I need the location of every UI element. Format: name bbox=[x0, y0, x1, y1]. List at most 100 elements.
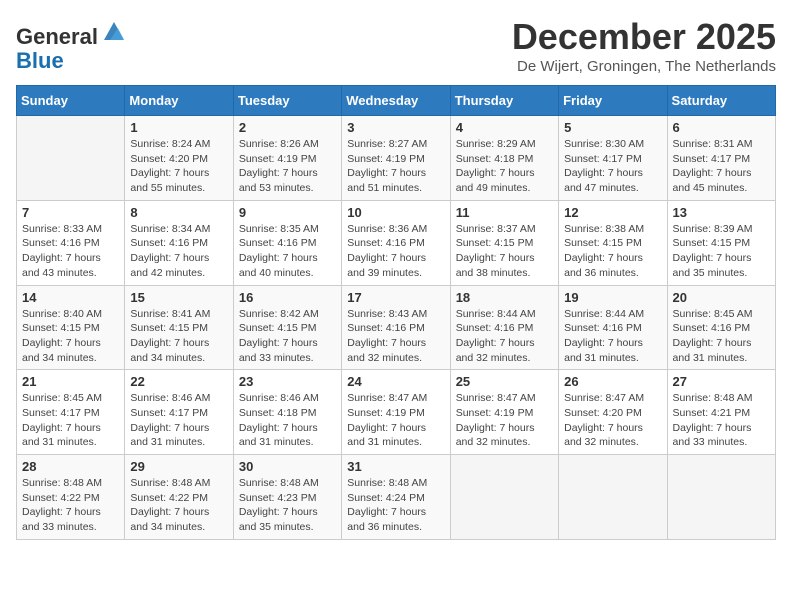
day-number: 5 bbox=[564, 120, 661, 135]
sunset-text: Sunset: 4:17 PM bbox=[130, 407, 208, 419]
daylight-text: Daylight: 7 hours and 32 minutes. bbox=[456, 422, 535, 449]
sunrise-text: Sunrise: 8:33 AM bbox=[22, 223, 102, 235]
day-detail: Sunrise: 8:48 AMSunset: 4:22 PMDaylight:… bbox=[22, 476, 119, 535]
sunrise-text: Sunrise: 8:34 AM bbox=[130, 223, 210, 235]
calendar-week-4: 21 Sunrise: 8:45 AMSunset: 4:17 PMDayligh… bbox=[17, 370, 776, 455]
sunset-text: Sunset: 4:16 PM bbox=[673, 322, 751, 334]
calendar-cell: 28Sunrise: 8:48 AMSunset: 4:22 PMDayligh… bbox=[17, 455, 125, 540]
daylight-text: Daylight: 7 hours and 33 minutes. bbox=[239, 337, 318, 364]
day-number: 11 bbox=[456, 205, 553, 220]
header-tuesday: Tuesday bbox=[233, 86, 341, 116]
day-number: 20 bbox=[673, 290, 770, 305]
sunset-text: Sunset: 4:15 PM bbox=[239, 322, 317, 334]
page-header: General Blue December 2025 De Wijert, Gr… bbox=[16, 16, 776, 75]
sunrise-text: Sunrise: 8:45 AM bbox=[673, 308, 753, 320]
calendar-cell: 19Sunrise: 8:44 AMSunset: 4:16 PMDayligh… bbox=[559, 285, 667, 370]
sunset-text: Sunset: 4:17 PM bbox=[22, 407, 100, 419]
day-number: 21 bbox=[22, 374, 119, 389]
calendar-cell: 8Sunrise: 8:34 AMSunset: 4:16 PMDaylight… bbox=[125, 200, 233, 285]
sunrise-text: Sunrise: 8:35 AM bbox=[239, 223, 319, 235]
day-number: 27 bbox=[673, 374, 770, 389]
day-number: 3 bbox=[347, 120, 444, 135]
sunrise-text: Sunrise: 8:46 AM bbox=[239, 392, 319, 404]
sunrise-text: Sunrise: 8:47 AM bbox=[564, 392, 644, 404]
day-number: 18 bbox=[456, 290, 553, 305]
sunset-text: Sunset: 4:24 PM bbox=[347, 492, 425, 504]
sunrise-text: Sunrise: 8:40 AM bbox=[22, 308, 102, 320]
day-number: 8 bbox=[130, 205, 227, 220]
day-detail: Sunrise: 8:37 AMSunset: 4:15 PMDaylight:… bbox=[456, 222, 553, 281]
daylight-text: Daylight: 7 hours and 32 minutes. bbox=[456, 337, 535, 364]
calendar-cell: 14Sunrise: 8:40 AMSunset: 4:15 PMDayligh… bbox=[17, 285, 125, 370]
logo-general: General bbox=[16, 24, 98, 49]
daylight-text: Daylight: 7 hours and 34 minutes. bbox=[130, 506, 209, 533]
sunrise-text: Sunrise: 8:44 AM bbox=[456, 308, 536, 320]
day-number: 31 bbox=[347, 459, 444, 474]
day-detail: Sunrise: 8:48 AMSunset: 4:21 PMDaylight:… bbox=[673, 391, 770, 450]
daylight-text: Daylight: 7 hours and 31 minutes. bbox=[22, 422, 101, 449]
day-detail: Sunrise: 8:38 AMSunset: 4:15 PMDaylight:… bbox=[564, 222, 661, 281]
sunrise-text: Sunrise: 8:43 AM bbox=[347, 308, 427, 320]
day-number: 22 bbox=[130, 374, 227, 389]
daylight-text: Daylight: 7 hours and 45 minutes. bbox=[673, 167, 752, 194]
daylight-text: Daylight: 7 hours and 33 minutes. bbox=[22, 506, 101, 533]
day-detail: Sunrise: 8:45 AMSunset: 4:17 PMDaylight:… bbox=[22, 391, 119, 450]
header-saturday: Saturday bbox=[667, 86, 775, 116]
calendar-table: SundayMondayTuesdayWednesdayThursdayFrid… bbox=[16, 85, 776, 540]
title-block: December 2025 De Wijert, Groningen, The … bbox=[512, 16, 776, 75]
day-detail: Sunrise: 8:46 AMSunset: 4:18 PMDaylight:… bbox=[239, 391, 336, 450]
calendar-week-5: 28Sunrise: 8:48 AMSunset: 4:22 PMDayligh… bbox=[17, 455, 776, 540]
day-number: 16 bbox=[239, 290, 336, 305]
header-wednesday: Wednesday bbox=[342, 86, 450, 116]
calendar-cell: 23Sunrise: 8:46 AMSunset: 4:18 PMDayligh… bbox=[233, 370, 341, 455]
sunrise-text: Sunrise: 8:26 AM bbox=[239, 138, 319, 150]
sunset-text: Sunset: 4:16 PM bbox=[22, 237, 100, 249]
day-detail: Sunrise: 8:31 AM Sunset: 4:17 PM Daylight:… bbox=[673, 137, 770, 196]
day-detail: Sunrise: 8:47 AMSunset: 4:19 PMDaylight:… bbox=[456, 391, 553, 450]
sunset-text: Sunset: 4:19 PM bbox=[456, 407, 534, 419]
day-detail: Sunrise: 8:47 AM Sunset: 4:19 PM Daylight:… bbox=[347, 391, 444, 450]
sunset-text: Sunset: 4:17 PM bbox=[673, 153, 751, 165]
day-number: 17 bbox=[347, 290, 444, 305]
calendar-cell: 24Sunrise: 8:47 AMSunset: 4:19 PMDayligh… bbox=[342, 370, 450, 455]
calendar-week-2: 7Sunrise: 8:33 AMSunset: 4:16 PMDaylight… bbox=[17, 200, 776, 285]
calendar-cell: 29Sunrise: 8:48 AMSunset: 4:22 PMDayligh… bbox=[125, 455, 233, 540]
day-detail: Sunrise: 8:44 AMSunset: 4:16 PMDaylight:… bbox=[564, 307, 661, 366]
calendar-cell: 27 Sunrise: 8:48 AMSunset: 4:21 PMDayligh… bbox=[667, 370, 775, 455]
daylight-text: Daylight: 7 hours and 31 minutes. bbox=[564, 337, 643, 364]
calendar-cell: 4Sunrise: 8:29 AMSunset: 4:18 PMDaylight… bbox=[450, 116, 558, 201]
sunset-text: Sunset: 4:21 PM bbox=[673, 407, 751, 419]
sunrise-text: Sunrise: 8:48 AM bbox=[347, 477, 427, 489]
month-title: December 2025 bbox=[512, 16, 776, 58]
day-detail: Sunrise: 8:26 AM Sunset: 4:19 PM Daylight:… bbox=[239, 137, 336, 196]
calendar-cell bbox=[17, 116, 125, 201]
sunset-text: Sunset: 4:19 PM bbox=[347, 407, 425, 419]
day-detail: Sunrise: 8:43 AM Sunset: 4:16 PM Daylight:… bbox=[347, 307, 444, 366]
sunrise-text: Sunrise: 8:47 AM bbox=[347, 392, 427, 404]
calendar-cell: 20Sunrise: 8:45 AMSunset: 4:16 PMDayligh… bbox=[667, 285, 775, 370]
daylight-text: Daylight: 7 hours and 53 minutes. bbox=[239, 167, 318, 194]
sunset-text: Sunset: 4:16 PM bbox=[347, 322, 425, 334]
daylight-text: Daylight: 7 hours and 31 minutes. bbox=[347, 422, 426, 449]
daylight-text: Daylight: 7 hours and 32 minutes. bbox=[347, 337, 426, 364]
calendar-week-1: 1Sunrise: 8:24 AMSunset: 4:20 PMDaylight… bbox=[17, 116, 776, 201]
calendar-cell: 21 Sunrise: 8:45 AMSunset: 4:17 PMDayligh… bbox=[17, 370, 125, 455]
calendar-cell: 5Sunrise: 8:30 AMSunset: 4:17 PMDaylight… bbox=[559, 116, 667, 201]
day-detail: Sunrise: 8:48 AMSunset: 4:23 PMDaylight:… bbox=[239, 476, 336, 535]
sunset-text: Sunset: 4:19 PM bbox=[239, 153, 317, 165]
sunset-text: Sunset: 4:15 PM bbox=[456, 237, 534, 249]
daylight-text: Daylight: 7 hours and 32 minutes. bbox=[564, 422, 643, 449]
daylight-text: Daylight: 7 hours and 55 minutes. bbox=[130, 167, 209, 194]
sunset-text: Sunset: 4:15 PM bbox=[22, 322, 100, 334]
calendar-cell bbox=[667, 455, 775, 540]
daylight-text: Daylight: 7 hours and 33 minutes. bbox=[673, 422, 752, 449]
sunrise-text: Sunrise: 8:46 AM bbox=[130, 392, 210, 404]
day-detail: Sunrise: 8:46 AMSunset: 4:17 PMDaylight:… bbox=[130, 391, 227, 450]
day-number: 7 bbox=[22, 205, 119, 220]
sunrise-text: Sunrise: 8:30 AM bbox=[564, 138, 644, 150]
day-number: 9 bbox=[239, 205, 336, 220]
sunrise-text: Sunrise: 8:48 AM bbox=[22, 477, 102, 489]
calendar-cell bbox=[559, 455, 667, 540]
day-number: 29 bbox=[130, 459, 227, 474]
sunrise-text: Sunrise: 8:31 AM bbox=[673, 138, 753, 150]
